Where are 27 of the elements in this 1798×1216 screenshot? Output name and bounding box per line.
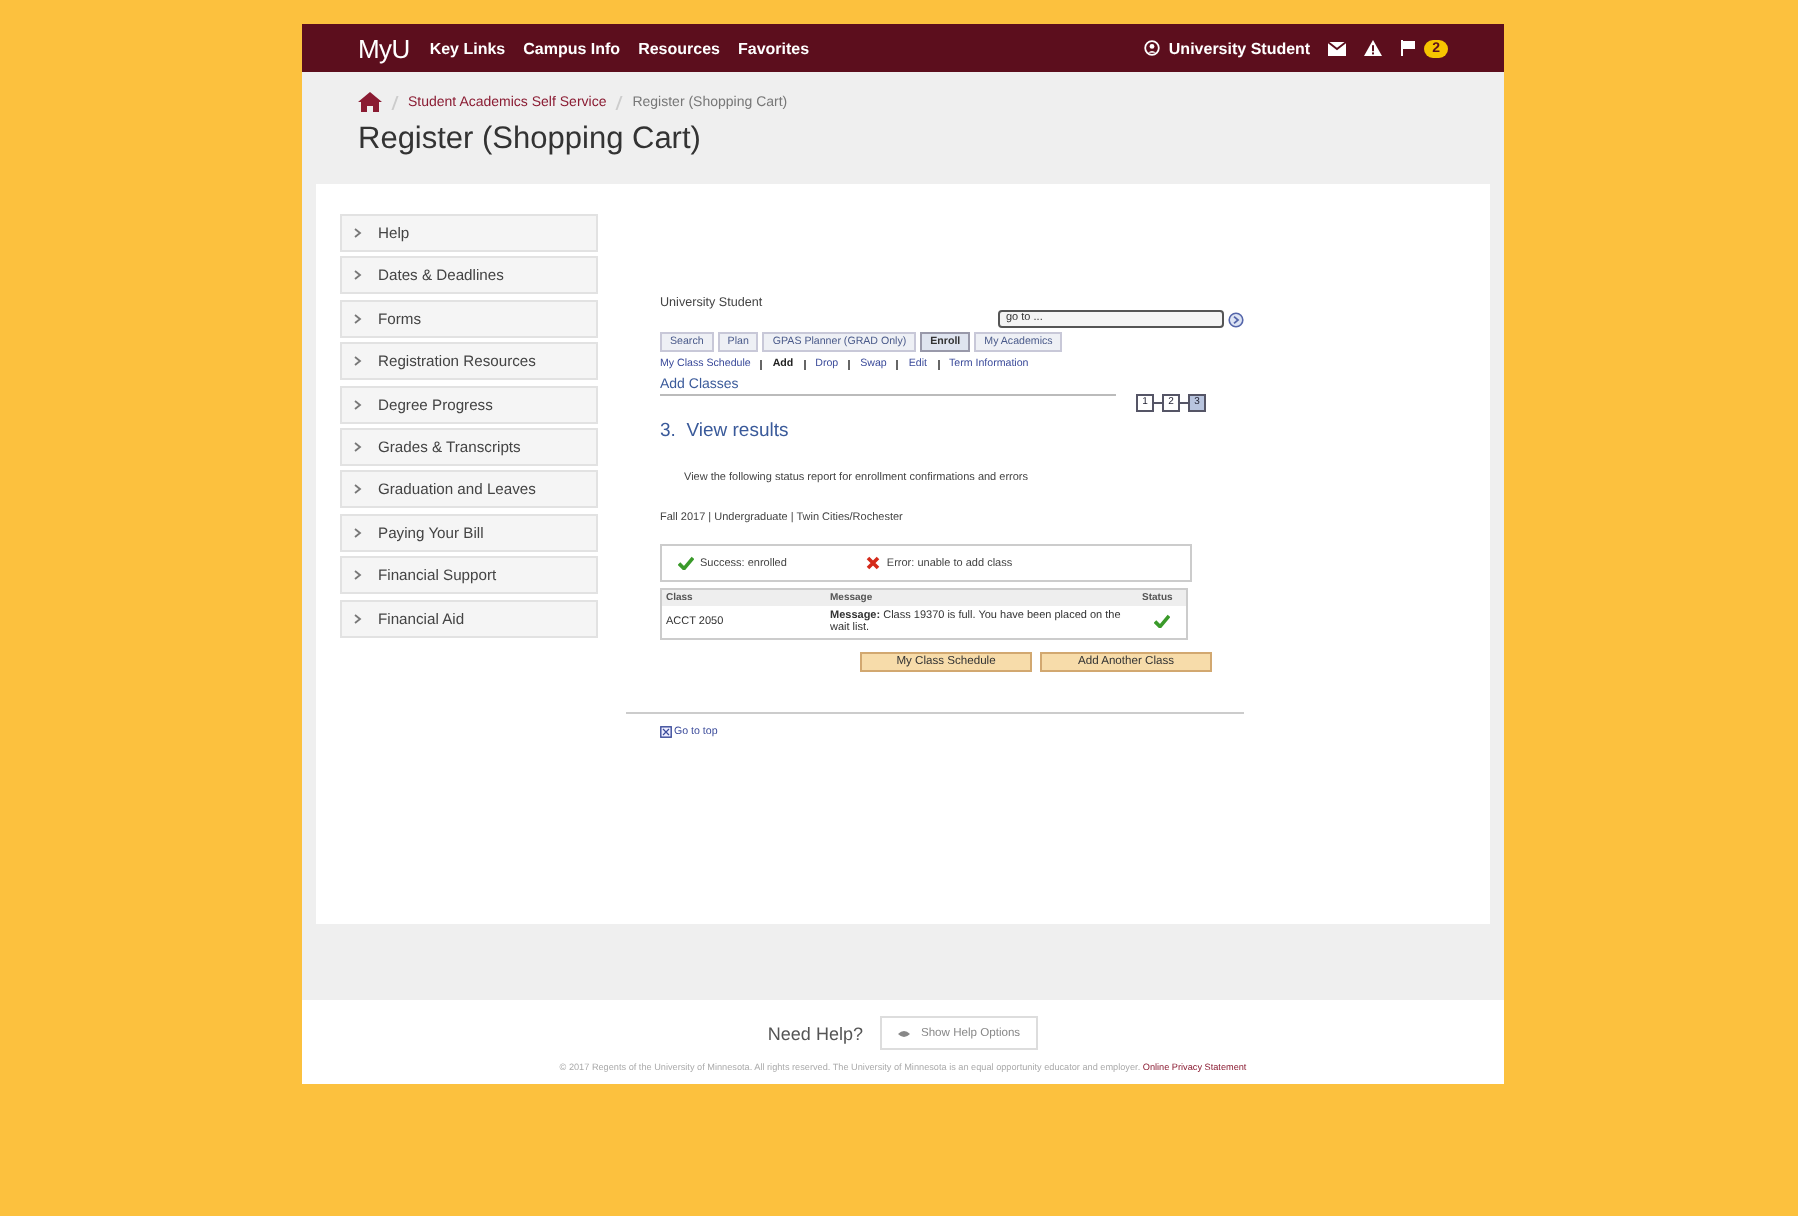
chevron-icon [354, 228, 362, 238]
myu-logo[interactable]: MyU [358, 33, 410, 63]
chevron-icon [354, 313, 362, 324]
step-heading: 3. View results [660, 420, 791, 442]
warning-icon[interactable] [1364, 40, 1383, 56]
nav-link[interactable]: Resources [638, 39, 720, 57]
chevron-icon [354, 441, 362, 452]
chevron-icon [354, 356, 362, 367]
chevron-icon [354, 613, 362, 624]
user-icon[interactable] [1144, 40, 1161, 56]
nav-link[interactable]: Key Links [429, 39, 506, 57]
chevron-icon [354, 484, 362, 495]
mail-icon[interactable] [1328, 41, 1347, 55]
user-name[interactable]: University Student [1168, 39, 1311, 57]
page-title: Register (Shopping Cart) [358, 122, 703, 158]
eye-icon [898, 1029, 911, 1037]
chevron-icon [354, 399, 362, 410]
nav-link[interactable]: Campus Info [523, 39, 621, 57]
chevron-icon [354, 527, 362, 538]
need-help-label: Need Help? [767, 1023, 863, 1043]
chevron-icon [354, 570, 362, 581]
nav-link[interactable]: Favorites [738, 39, 810, 57]
top-icon[interactable] [660, 726, 672, 738]
flag-icon[interactable] [1400, 40, 1417, 56]
chevron-icon [354, 270, 362, 281]
home-icon[interactable] [358, 92, 382, 112]
go-icon[interactable] [1228, 311, 1244, 327]
